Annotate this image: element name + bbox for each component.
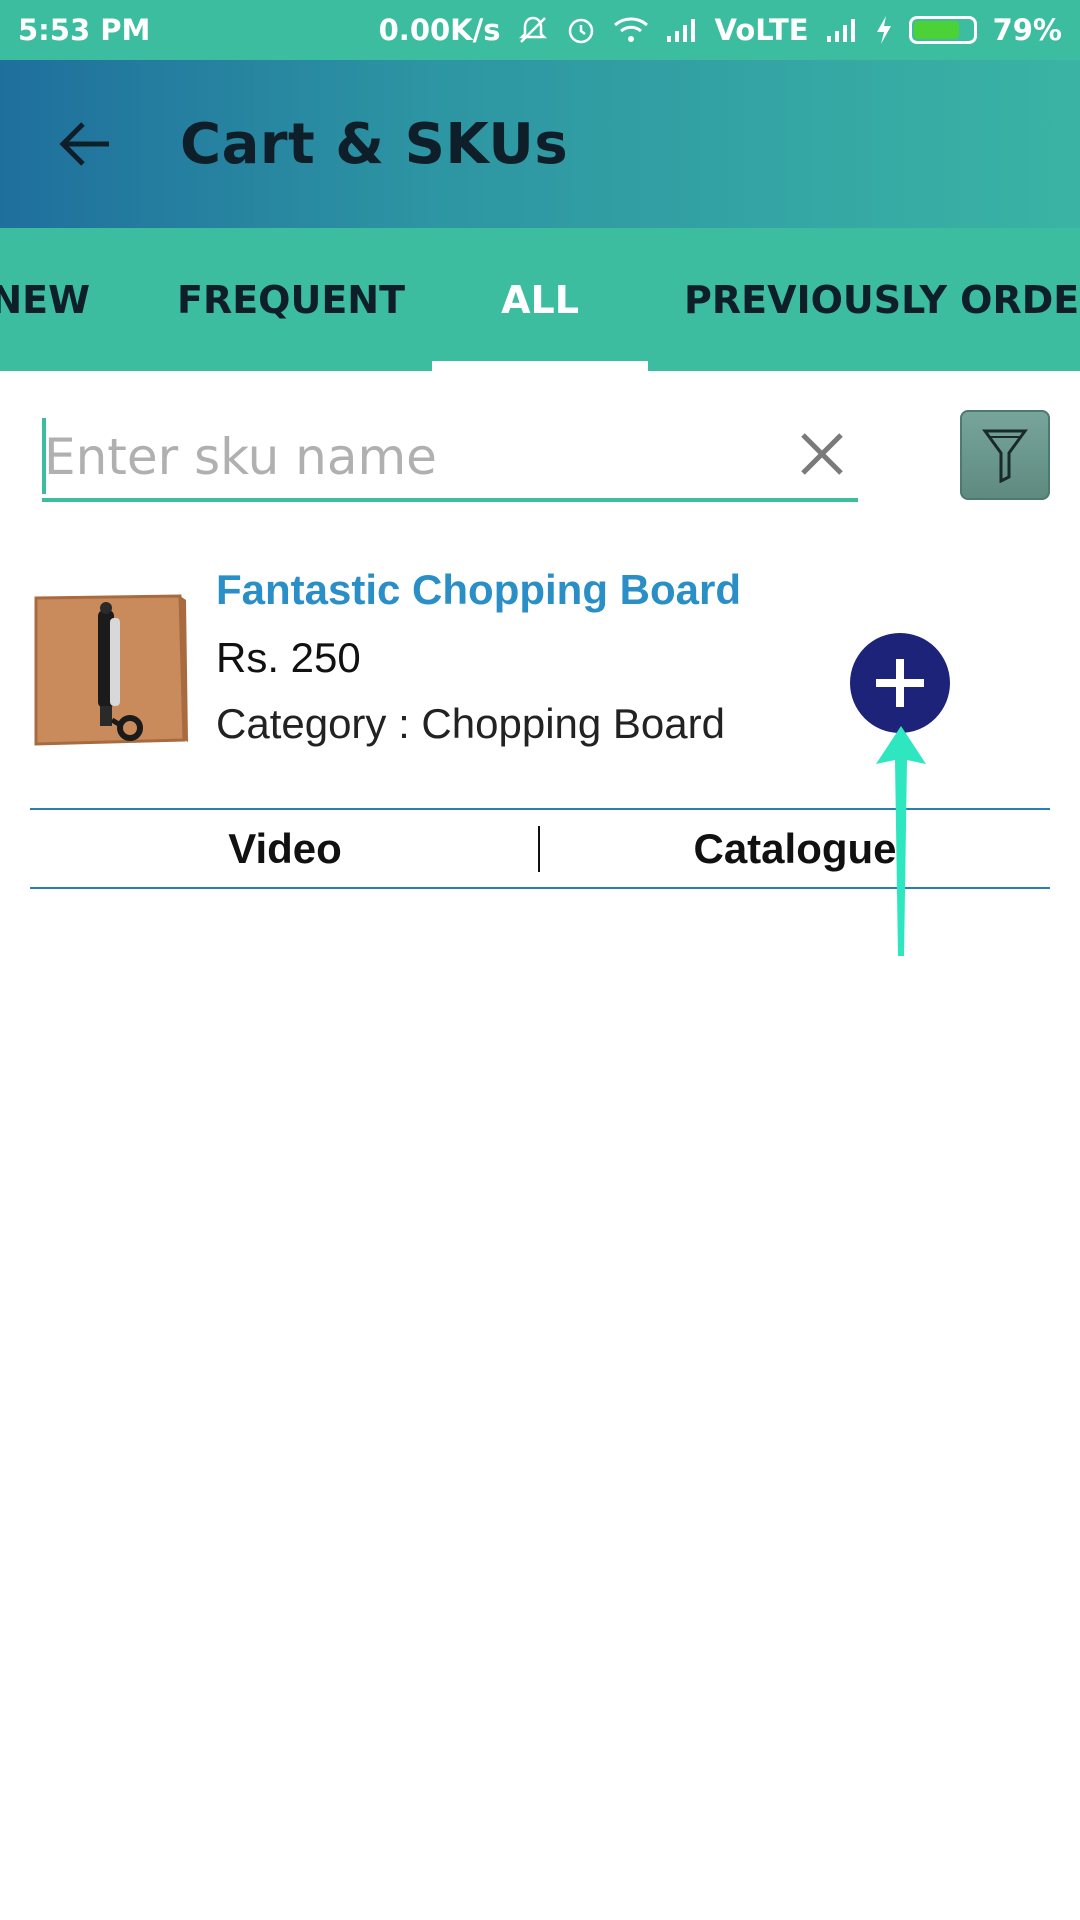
battery-icon [908, 16, 977, 44]
text-cursor [42, 418, 46, 494]
close-icon [801, 433, 843, 475]
product-category: Category : Chopping Board [216, 700, 725, 747]
back-button[interactable] [50, 114, 120, 174]
search-input[interactable] [42, 418, 762, 496]
tab-new[interactable]: NEW [0, 228, 90, 371]
network-speed: 0.00K/s [378, 13, 501, 47]
arrow-left-icon [59, 122, 109, 166]
product-price: Rs. 250 [216, 634, 361, 681]
signal-icon [825, 16, 859, 44]
signal-icon [665, 16, 699, 44]
catalogue-button[interactable]: Catalogue [540, 810, 1050, 887]
status-indicators: 0.00K/s VoLTE 79% [379, 13, 1062, 47]
plus-icon [876, 659, 924, 707]
filter-icon [982, 429, 1028, 483]
status-bar: 5:53 PM 0.00K/s VoLTE 79% [0, 0, 1080, 60]
chopping-board-image[interactable] [30, 590, 190, 752]
tab-bar: NEW FREQUENT ALL PREVIOUSLY ORDERED [0, 228, 1080, 371]
search-field [42, 412, 858, 502]
active-tab-indicator [432, 361, 648, 371]
charging-icon [875, 15, 893, 45]
alarm-icon [565, 14, 597, 46]
battery-percent: 79% [992, 13, 1062, 47]
wifi-icon [613, 15, 649, 45]
status-time: 5:53 PM [18, 13, 151, 47]
tab-previously-ordered[interactable]: PREVIOUSLY ORDERED [684, 228, 1080, 371]
product-name-link[interactable]: Fantastic Chopping Board [216, 566, 741, 614]
tab-frequent[interactable]: FREQUENT [168, 228, 414, 371]
battery-level [913, 21, 960, 39]
mute-bell-icon [517, 14, 549, 46]
add-to-cart-button[interactable] [850, 633, 950, 733]
annotation-arrow-icon [876, 726, 926, 956]
video-button[interactable]: Video [30, 810, 540, 887]
filter-button[interactable] [960, 410, 1050, 500]
network-type: VoLTE [714, 13, 809, 47]
clear-search-button[interactable] [794, 426, 850, 482]
tab-all[interactable]: ALL [432, 228, 648, 371]
app-bar: Cart & SKUs [0, 60, 1080, 228]
page-title: Cart & SKUs [180, 112, 569, 177]
